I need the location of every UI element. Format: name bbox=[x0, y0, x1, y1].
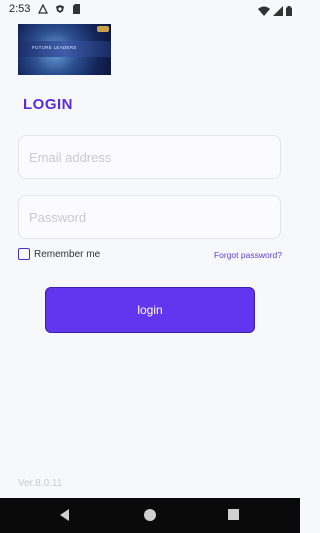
signal-icon bbox=[273, 3, 283, 21]
remember-me[interactable]: Remember me bbox=[18, 248, 100, 260]
banner-logo bbox=[97, 26, 109, 32]
email-field[interactable] bbox=[18, 135, 281, 179]
version-label: Ver.8.0.11 bbox=[18, 478, 63, 489]
remember-checkbox[interactable] bbox=[18, 248, 30, 260]
password-input[interactable] bbox=[19, 196, 280, 238]
shield-icon bbox=[55, 4, 65, 14]
email-input[interactable] bbox=[19, 136, 280, 178]
remember-label: Remember me bbox=[34, 248, 101, 260]
home-icon[interactable] bbox=[144, 509, 156, 521]
banner-image: FUTURE LEADERS bbox=[18, 24, 111, 75]
status-time: 2:53 bbox=[9, 3, 31, 15]
recents-icon[interactable] bbox=[228, 509, 239, 520]
banner-text: FUTURE LEADERS bbox=[32, 45, 77, 50]
sd-card-icon bbox=[71, 4, 81, 14]
status-indicators bbox=[258, 3, 292, 21]
login-title: LOGIN bbox=[23, 96, 73, 113]
wifi-icon bbox=[258, 3, 270, 21]
login-button[interactable]: login bbox=[45, 287, 255, 333]
android-icon bbox=[38, 4, 48, 14]
battery-icon bbox=[286, 3, 292, 21]
status-bar: 2:53 bbox=[0, 0, 300, 18]
forgot-password-link[interactable]: Forgot password? bbox=[214, 250, 282, 260]
navigation-bar bbox=[0, 498, 300, 533]
password-field[interactable] bbox=[18, 195, 281, 239]
back-icon[interactable] bbox=[60, 509, 69, 521]
